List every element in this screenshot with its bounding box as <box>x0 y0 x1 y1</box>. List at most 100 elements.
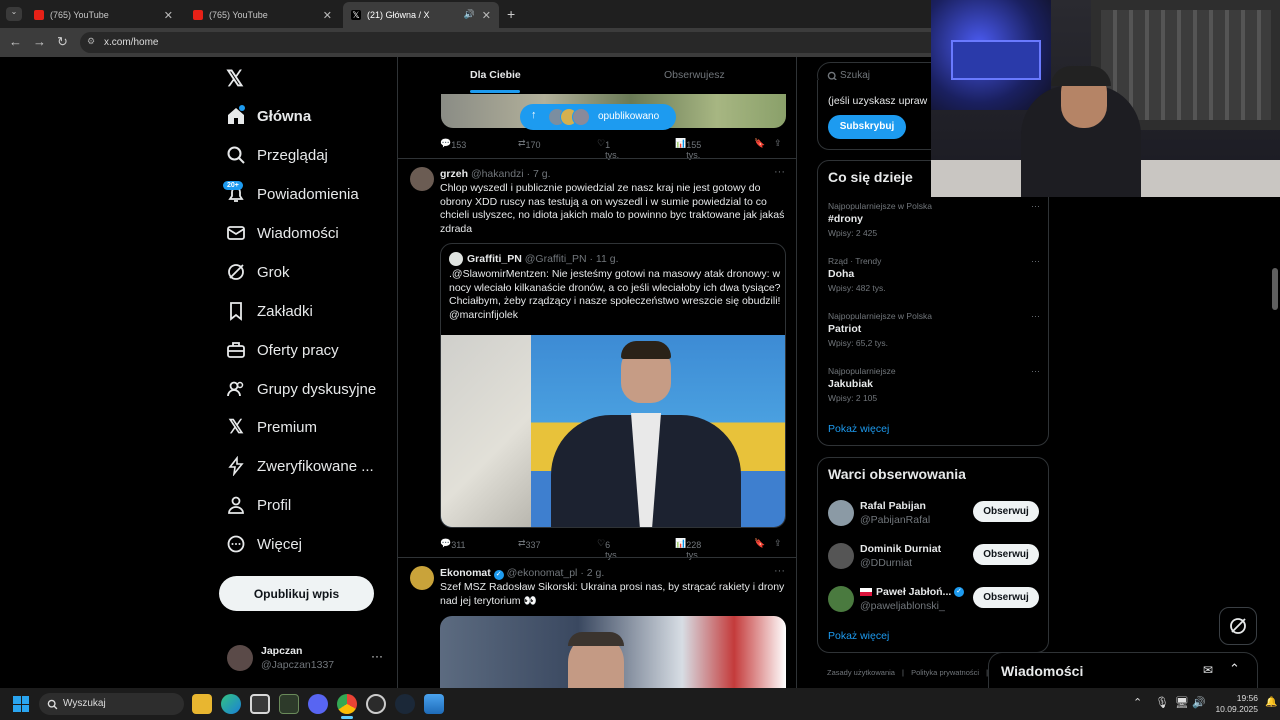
subscribe-button[interactable]: Subskrybuj <box>828 115 906 139</box>
author-name[interactable]: grzeh <box>440 168 468 180</box>
xbox-icon[interactable] <box>279 694 299 714</box>
microphone-icon[interactable]: 🎙 <box>1155 696 1169 709</box>
nav-item-communities[interactable]: Grupy dyskusyjne <box>225 374 376 404</box>
post-media[interactable] <box>440 616 786 688</box>
volume-icon[interactable]: 🔊 <box>1192 696 1206 709</box>
reload-icon[interactable]: ↻ <box>57 34 68 50</box>
reply-button[interactable]: 💬 153 <box>440 138 466 150</box>
forward-icon[interactable]: → <box>33 34 46 49</box>
post-time[interactable]: · 7 g. <box>527 168 551 180</box>
follow-button[interactable]: Obserwuj <box>973 587 1039 608</box>
messages-drawer[interactable]: Wiadomości ✉ ⌃ <box>988 652 1258 688</box>
chevron-up-icon[interactable]: ⌃ <box>1133 696 1142 709</box>
nav-item-verified-orgs[interactable]: Zweryfikowane ... <box>225 451 374 481</box>
bookmark-icon[interactable]: 🔖 <box>754 138 765 149</box>
bookmark-icon[interactable]: 🔖 <box>754 538 765 549</box>
store-icon[interactable] <box>250 694 270 714</box>
url-field[interactable]: ⚙ x.com/home <box>80 32 940 53</box>
like-button[interactable]: ♡ 1 tys. <box>597 138 619 160</box>
new-posts-pill[interactable]: ↑ opublikowano <box>520 104 676 130</box>
nav-item-messages[interactable]: Wiadomości <box>225 218 339 248</box>
post[interactable]: Ekonomat ✓ @ekonomat_pl · 2 g. ··· Szef … <box>398 558 796 688</box>
author-handle[interactable]: @hakandzi <box>471 168 524 180</box>
speaker-icon[interactable]: 🔊 <box>464 9 475 20</box>
publish-button[interactable]: Opublikuj wpis <box>219 576 374 611</box>
nav-item-profile[interactable]: Profil <box>225 490 291 520</box>
follow-suggestion[interactable]: Dominik Durniat @DDurniat Obserwuj <box>828 541 1040 577</box>
new-tab-icon[interactable]: + <box>507 6 515 22</box>
tab-for-you[interactable]: Dla Ciebie <box>398 57 598 95</box>
obs-icon[interactable] <box>366 694 386 714</box>
photos-icon[interactable] <box>424 694 444 714</box>
trend-item[interactable]: Rząd · Trendy Doha Wpisy: 482 tys. ··· <box>828 256 1040 293</box>
edge-icon[interactable] <box>221 694 241 714</box>
more-icon[interactable]: ··· <box>1031 311 1040 321</box>
reply-button[interactable]: 💬 311 <box>440 538 466 550</box>
more-icon[interactable]: ··· <box>1031 201 1040 211</box>
trend-item[interactable]: Najpopularniejsze Jakubiak Wpisy: 2 105 … <box>828 366 1040 403</box>
author-name[interactable]: Ekonomat <box>440 567 491 579</box>
notification-center-icon[interactable]: 🔔 <box>1265 697 1277 708</box>
views-button[interactable]: 📊 228 tys. <box>675 538 701 560</box>
compose-message-icon[interactable]: ✉ <box>1203 663 1213 677</box>
nav-item-jobs[interactable]: Oferty pracy <box>225 335 339 365</box>
close-icon[interactable]: ✕ <box>323 9 332 22</box>
chrome-icon[interactable] <box>337 694 357 714</box>
taskbar-search[interactable]: Wyszukaj <box>39 693 184 715</box>
more-icon[interactable]: ··· <box>371 649 383 663</box>
post[interactable]: grzeh @hakandzi · 7 g. ··· Chlop wyszedl… <box>398 159 796 560</box>
nav-item-more[interactable]: Więcej <box>225 529 302 559</box>
more-icon[interactable]: ··· <box>774 166 785 178</box>
browser-tab-active[interactable]: 𝕏 (21) Główna / X 🔊 ✕ <box>343 2 499 28</box>
nav-item-bookmarks[interactable]: Zakładki <box>225 296 313 326</box>
file-explorer-icon[interactable] <box>192 694 212 714</box>
footer-link[interactable]: Zasady użytkowania <box>827 668 895 677</box>
more-icon[interactable]: ··· <box>774 565 785 577</box>
nav-item-home[interactable]: Główna <box>225 101 311 131</box>
discord-icon[interactable] <box>308 694 328 714</box>
scrollbar-thumb[interactable] <box>1272 268 1278 310</box>
back-icon[interactable]: ← <box>9 34 22 49</box>
post-media[interactable] <box>441 335 785 527</box>
post-time[interactable]: · 2 g. <box>580 567 604 579</box>
show-more-link[interactable]: Pokaż więcej <box>828 423 889 435</box>
close-icon[interactable]: ✕ <box>482 9 491 22</box>
chevron-up-icon[interactable]: ⌃ <box>1229 661 1240 677</box>
quoted-post[interactable]: Graffiti_PN @Graffiti_PN · 11 g. .@Slawo… <box>440 243 786 528</box>
show-more-link[interactable]: Pokaż więcej <box>828 630 889 642</box>
follow-suggestion[interactable]: Paweł Jabłoń... ✓ @paweljablonski_ Obser… <box>828 584 1040 620</box>
grok-button[interactable] <box>1219 607 1257 645</box>
steam-icon[interactable] <box>395 694 415 714</box>
author-handle[interactable]: @ekonomat_pl <box>507 567 578 579</box>
repost-button[interactable]: ⇄ 170 <box>518 138 541 150</box>
browser-tab[interactable]: (765) YouTube ✕ <box>185 2 340 28</box>
follow-suggestion[interactable]: Rafal Pabijan @PabijanRafal Obserwuj <box>828 498 1040 534</box>
avatar[interactable] <box>410 167 434 191</box>
avatar[interactable] <box>410 566 434 590</box>
network-icon[interactable]: 🖥 <box>1175 696 1189 709</box>
more-icon[interactable]: ··· <box>1031 366 1040 376</box>
nav-item-notifications[interactable]: Powiadomienia 20+ <box>223 179 359 209</box>
like-button[interactable]: ♡ 6 tys. <box>597 538 619 560</box>
tab-list-button[interactable]: ⌄ <box>6 7 22 21</box>
nav-item-grok[interactable]: Grok <box>225 257 290 287</box>
views-button[interactable]: 📊 155 tys. <box>675 138 701 160</box>
close-icon[interactable]: ✕ <box>164 9 173 22</box>
more-icon[interactable]: ··· <box>1031 256 1040 266</box>
tab-following[interactable]: Obserwujesz <box>598 57 796 95</box>
trend-item[interactable]: Najpopularniejsze w Polska #drony Wpisy:… <box>828 201 1040 238</box>
footer-link[interactable]: Polityka prywatności <box>911 668 979 677</box>
trend-item[interactable]: Najpopularniejsze w Polska Patriot Wpisy… <box>828 311 1040 348</box>
share-icon[interactable]: ⇪ <box>774 138 782 149</box>
windows-start-icon[interactable] <box>13 696 29 712</box>
clock[interactable]: 19:56 10.09.2025 <box>1210 693 1258 715</box>
x-logo-icon[interactable]: 𝕏 <box>226 66 244 92</box>
nav-item-premium[interactable]: 𝕏 Premium <box>225 412 317 442</box>
site-info-icon[interactable]: ⚙ <box>87 36 95 47</box>
share-icon[interactable]: ⇪ <box>774 538 782 549</box>
account-switcher[interactable]: Japczan @Japczan1337 ··· <box>225 641 385 675</box>
follow-button[interactable]: Obserwuj <box>973 501 1039 522</box>
follow-button[interactable]: Obserwuj <box>973 544 1039 565</box>
browser-tab[interactable]: (765) YouTube ✕ <box>26 2 181 28</box>
nav-item-explore[interactable]: Przeglądaj <box>225 140 328 170</box>
